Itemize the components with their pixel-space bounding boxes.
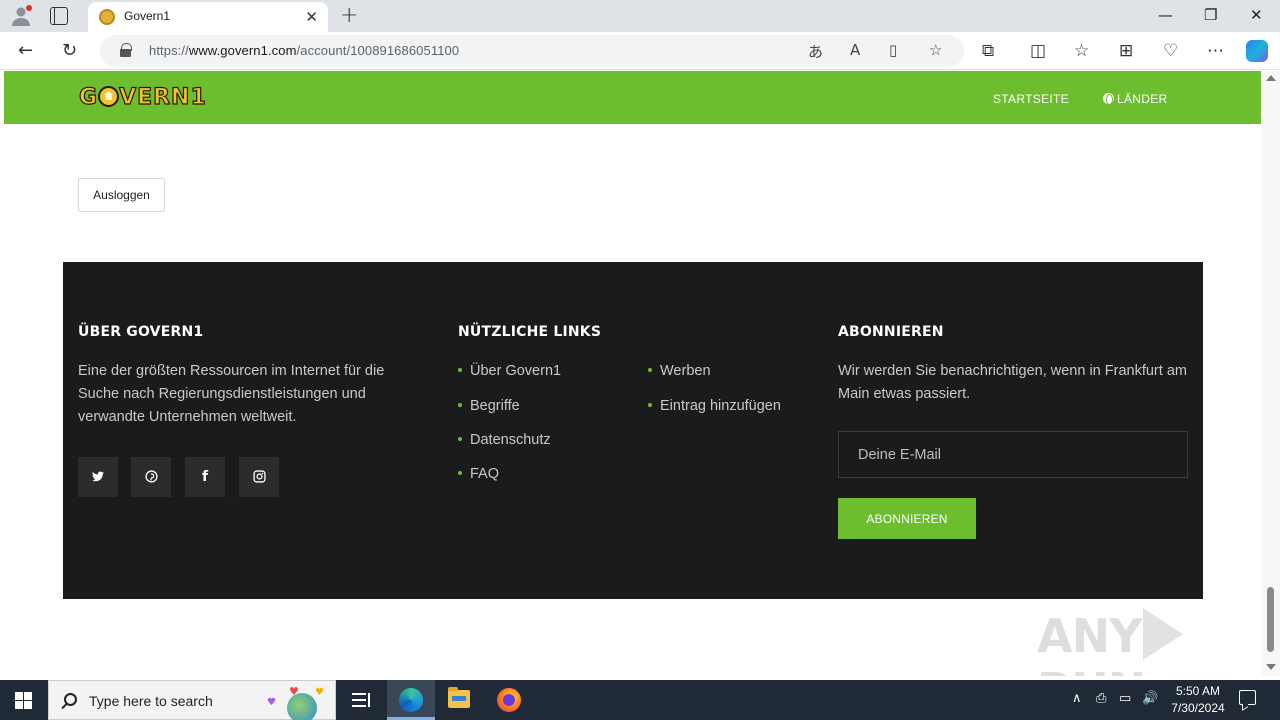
task-view-icon[interactable] bbox=[350, 688, 374, 712]
windows-start-icon[interactable] bbox=[15, 692, 32, 709]
collections-icon[interactable]: ⊞ bbox=[1119, 41, 1133, 61]
site-header: G VERN1 STARTSEITE LÄNDER bbox=[4, 71, 1261, 124]
lock-icon[interactable] bbox=[120, 43, 132, 57]
link-faq[interactable]: FAQ bbox=[458, 466, 499, 482]
page-viewport: G VERN1 STARTSEITE LÄNDER Ausloggen ÜBER … bbox=[0, 71, 1262, 676]
subscribe-button[interactable]: ABONNIEREN bbox=[838, 498, 976, 539]
bullet-icon bbox=[648, 368, 652, 373]
bullet-icon bbox=[458, 403, 462, 408]
nav-countries-link[interactable]: LÄNDER bbox=[1103, 92, 1167, 106]
links-heading: NÜTZLICHE LINKS bbox=[458, 324, 602, 340]
pinterest-icon[interactable] bbox=[131, 457, 171, 497]
scroll-up-icon[interactable] bbox=[1266, 75, 1276, 81]
link-advertise[interactable]: Werben bbox=[648, 363, 711, 379]
twitter-icon[interactable] bbox=[78, 457, 118, 497]
page-scrollbar[interactable] bbox=[1262, 71, 1280, 676]
tab-actions-icon[interactable] bbox=[50, 7, 68, 25]
email-input[interactable] bbox=[838, 431, 1188, 478]
about-text: Eine der größten Ressourcen im Internet … bbox=[78, 363, 385, 425]
split-screen-icon[interactable]: ◫ bbox=[1030, 41, 1046, 61]
immersive-reader-icon[interactable]: ▯ bbox=[889, 41, 897, 59]
instagram-icon[interactable] bbox=[239, 457, 279, 497]
back-icon[interactable]: ← bbox=[18, 40, 33, 61]
anyrun-watermark: ANYRUN bbox=[1037, 608, 1262, 676]
search-icon bbox=[64, 693, 77, 706]
play-icon bbox=[1143, 608, 1184, 660]
copilot-icon[interactable] bbox=[1246, 40, 1268, 62]
facebook-icon[interactable]: f bbox=[185, 457, 225, 497]
logo-house-icon bbox=[98, 86, 120, 107]
read-aloud-icon[interactable]: A bbox=[850, 41, 860, 59]
bullet-icon bbox=[458, 368, 462, 373]
site-logo[interactable]: G VERN1 bbox=[78, 84, 207, 110]
browser-essentials-icon[interactable]: ♡ bbox=[1163, 41, 1178, 61]
logout-button[interactable]: Ausloggen bbox=[78, 178, 165, 212]
link-privacy[interactable]: Datenschutz bbox=[458, 432, 551, 448]
device-icon[interactable]: ⎙ bbox=[1096, 691, 1106, 706]
more-menu-icon[interactable]: ⋯ bbox=[1207, 41, 1224, 61]
scroll-down-icon[interactable] bbox=[1266, 664, 1276, 670]
close-window-icon[interactable]: ✕ bbox=[1250, 6, 1263, 24]
subscribe-text: Wir werden Sie benachrichtigen, wenn in … bbox=[838, 363, 1187, 402]
link-add-entry[interactable]: Eintrag hinzufügen bbox=[648, 398, 781, 414]
subscribe-heading: ABONNIEREN bbox=[838, 324, 944, 340]
notification-dot bbox=[26, 5, 32, 11]
show-hidden-icons-icon[interactable]: ∧ bbox=[1072, 691, 1082, 706]
browser-tab[interactable]: Govern1 ✕ bbox=[88, 2, 328, 32]
volume-icon[interactable]: 🔊 bbox=[1142, 691, 1158, 706]
close-tab-icon[interactable]: ✕ bbox=[305, 8, 318, 26]
profile-icon[interactable] bbox=[10, 5, 32, 27]
taskbar-search[interactable]: Type here to search ♥ ♥ ♥ bbox=[48, 680, 336, 720]
address-bar[interactable]: https://www.govern1.com/account/10089168… bbox=[100, 35, 964, 67]
scroll-thumb[interactable] bbox=[1267, 587, 1274, 652]
favicon-icon bbox=[99, 9, 115, 25]
firefox-icon[interactable] bbox=[497, 688, 521, 712]
taskbar-clock[interactable]: 5:50 AM 7/30/2024 bbox=[1160, 683, 1236, 717]
minimize-icon[interactable]: — bbox=[1158, 6, 1173, 24]
windows-taskbar: Type here to search ♥ ♥ ♥ ∧ ⎙ ▭ 🔊 5:50 AM … bbox=[0, 680, 1280, 720]
network-icon[interactable]: ▭ bbox=[1119, 691, 1131, 706]
favorites-icon[interactable]: ☆ bbox=[1074, 41, 1089, 61]
site-footer: ÜBER GOVERN1 Eine der größten Ressourcen… bbox=[63, 262, 1203, 599]
search-placeholder: Type here to search bbox=[89, 693, 213, 709]
clock-date: 7/30/2024 bbox=[1171, 701, 1225, 715]
edge-icon[interactable] bbox=[399, 688, 423, 712]
tab-title: Govern1 bbox=[124, 9, 171, 23]
globe-icon bbox=[1103, 93, 1114, 105]
refresh-icon[interactable]: ↻ bbox=[62, 40, 77, 61]
link-about[interactable]: Über Govern1 bbox=[458, 363, 561, 379]
notifications-icon[interactable] bbox=[1239, 690, 1256, 705]
bullet-icon bbox=[458, 471, 462, 476]
about-heading: ÜBER GOVERN1 bbox=[78, 324, 204, 340]
clock-time: 5:50 AM bbox=[1175, 684, 1221, 698]
link-terms[interactable]: Begriffe bbox=[458, 398, 520, 414]
url-text[interactable]: https://www.govern1.com/account/10089168… bbox=[149, 43, 459, 58]
browser-tab-bar: Govern1 ✕ + — ❐ ✕ bbox=[0, 0, 1280, 32]
search-highlight-icon: ♥ ♥ ♥ bbox=[265, 685, 331, 720]
bullet-icon bbox=[458, 437, 462, 442]
new-tab-icon[interactable]: + bbox=[340, 3, 358, 28]
nav-home-link[interactable]: STARTSEITE bbox=[993, 92, 1069, 106]
file-explorer-icon[interactable] bbox=[448, 687, 470, 708]
favorite-star-icon[interactable]: ☆ bbox=[929, 41, 942, 59]
extensions-icon[interactable]: ⧉ bbox=[982, 41, 994, 61]
translate-icon[interactable]: あ bbox=[808, 41, 823, 62]
restore-icon[interactable]: ❐ bbox=[1204, 6, 1217, 24]
bullet-icon bbox=[648, 403, 652, 408]
